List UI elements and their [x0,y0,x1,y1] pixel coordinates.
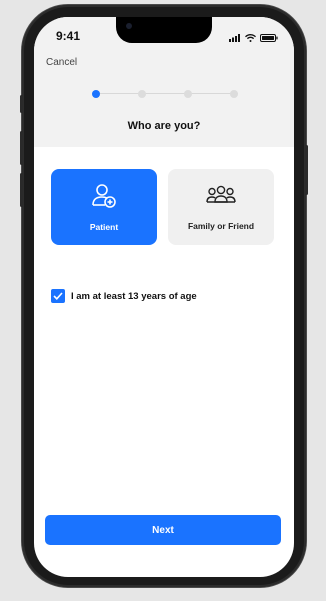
age-consent-checkbox[interactable] [51,289,65,303]
page-title: Who are you? [127,120,201,132]
option-card-patient[interactable]: Patient [51,169,157,245]
age-consent-label: I am at least 13 years of age [71,290,197,302]
wifi-icon [245,29,256,47]
option-card-family-or-friend[interactable]: Family or Friend [168,169,274,245]
side-button-volume-down [20,173,23,207]
camera-icon [126,23,132,29]
group-icon [206,184,236,213]
signal-icon [229,29,241,47]
step-dot-4 [230,90,238,98]
side-button-power [305,145,308,195]
side-button-silent [20,95,23,113]
option-label-patient: Patient [89,221,119,232]
step-dot-3 [184,90,192,98]
battery-icon [260,29,278,47]
step-dot-2 [138,90,146,98]
notch [116,17,212,43]
stepper-line [92,93,238,94]
cancel-button[interactable]: Cancel [46,57,77,68]
next-button[interactable]: Next [45,515,281,545]
status-time: 9:41 [56,29,81,43]
screen: 9:41 Cancel Who are you? Patient Family … [34,17,294,577]
status-icons [229,29,278,47]
side-button-volume-up [20,131,23,165]
step-dot-1 [92,90,100,98]
option-label-family-or-friend: Family or Friend [187,220,255,231]
user-plus-icon [91,183,117,214]
check-icon [53,287,63,305]
progress-stepper [90,89,240,99]
age-consent-row: I am at least 13 years of age [51,289,197,303]
